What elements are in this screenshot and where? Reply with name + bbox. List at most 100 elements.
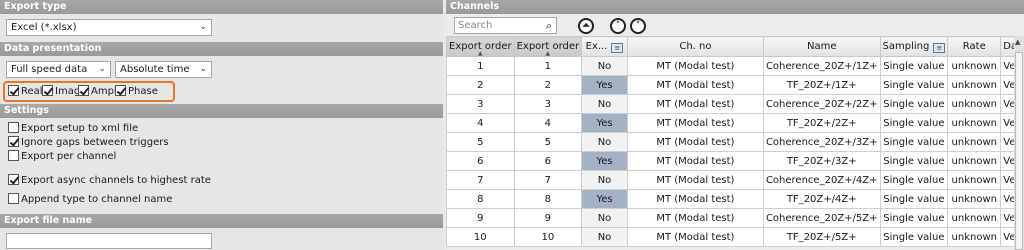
cell-export-order: 3 [446, 94, 515, 114]
checkbox-checked-icon [8, 136, 19, 147]
cell-export[interactable]: No [581, 132, 628, 152]
cell-ch-no: MT (Modal test) [626, 94, 764, 114]
export-type-select[interactable]: Excel (*.xlsx) ⌄ [6, 19, 212, 36]
move-up-icon[interactable]: ˄ [610, 18, 626, 34]
cell-name: TF_20Z+/5Z+ [762, 227, 881, 247]
col-label: Name [806, 41, 837, 52]
filter-icon[interactable]: ≡ [933, 42, 946, 53]
cell-name: Coherence_20Z+/3Z+ [762, 132, 881, 152]
cell-export-order-2: 6 [513, 151, 583, 171]
table-row[interactable]: 3 3 No MT (Modal test) Coherence_20Z+/2Z+ Sin… [446, 94, 1024, 114]
search-placeholder: Search [458, 20, 493, 31]
cell-export-order: 2 [446, 75, 515, 95]
checkbox-checked-icon [8, 174, 19, 185]
cell-export-order-2: 4 [513, 113, 583, 133]
col-ch-no[interactable]: Ch. no [626, 36, 764, 57]
cell-export[interactable]: No [581, 94, 628, 114]
cell-export-order: 7 [446, 170, 515, 190]
move-down-icon[interactable]: ˅ [630, 18, 646, 34]
cell-export-order-2: 7 [513, 170, 583, 190]
table-row[interactable]: 1 1 No MT (Modal test) Coherence_20Z+/1Z+ Sin… [446, 56, 1024, 76]
cell-name: TF_20Z+/4Z+ [762, 189, 881, 209]
cell-export-order: 5 [446, 132, 515, 152]
col-export[interactable]: Ex... ≡ [581, 36, 628, 57]
export-async-checkbox[interactable]: Export async channels to highest rate [8, 174, 211, 188]
cell-rate: unknown [947, 208, 1002, 228]
cell-sampling: Single value [879, 170, 949, 190]
option-label: Ignore gaps between triggers [21, 137, 169, 148]
export-setup-xml-checkbox[interactable]: Export setup to xml file [8, 122, 138, 136]
cell-sampling: Single value [879, 132, 949, 152]
cell-export[interactable]: Yes [581, 151, 628, 171]
table-row[interactable]: 6 6 Yes MT (Modal test) TF_20Z+/3Z+ Single va… [446, 151, 1024, 171]
cell-sampling: Single value [879, 208, 949, 228]
cell-export-order: 8 [446, 189, 515, 209]
table-row[interactable]: 9 9 No MT (Modal test) Coherence_20Z+/5Z+ Sin… [446, 208, 1024, 228]
real-checkbox[interactable]: Real [8, 85, 43, 99]
vertical-scrollbar[interactable]: ▲ [1014, 36, 1024, 250]
cell-export[interactable]: No [581, 227, 628, 247]
checkbox-checked-icon [42, 85, 53, 96]
cell-name: Coherence_20Z+/2Z+ [762, 94, 881, 114]
real-label: Real [21, 86, 43, 97]
col-name[interactable]: Name [762, 36, 881, 57]
time-select[interactable]: Absolute time ⌄ [115, 61, 212, 78]
cell-export[interactable]: Yes [581, 75, 628, 95]
ampl-checkbox[interactable]: Ampl [78, 85, 117, 99]
col-label: Sampling [882, 40, 930, 52]
col-label: Ch. no [679, 41, 712, 52]
checkbox-icon [8, 122, 19, 133]
cell-export[interactable]: Yes [581, 189, 628, 209]
cell-name: Coherence_20Z+/4Z+ [762, 170, 881, 190]
table-row[interactable]: 10 10 No MT (Modal test) TF_20Z+/5Z+ Single v… [446, 227, 1024, 247]
table-row[interactable]: 8 8 Yes MT (Modal test) TF_20Z+/4Z+ Single va… [446, 189, 1024, 209]
cell-export-order-2: 3 [513, 94, 583, 114]
file-name-input[interactable] [6, 233, 212, 249]
cell-ch-no: MT (Modal test) [626, 113, 764, 133]
cell-sampling: Single value [879, 227, 949, 247]
filter-icon[interactable]: ≡ [611, 42, 624, 53]
table-row[interactable]: 5 5 No MT (Modal test) Coherence_20Z+/3Z+ Sin… [446, 132, 1024, 152]
table-row[interactable]: 2 2 Yes MT (Modal test) TF_20Z+/1Z+ Single va… [446, 75, 1024, 95]
cell-rate: unknown [947, 56, 1002, 76]
imag-checkbox[interactable]: Imag [42, 85, 80, 99]
col-rate[interactable]: Rate [947, 36, 1002, 57]
cell-name: TF_20Z+/2Z+ [762, 113, 881, 133]
checkbox-checked-icon [115, 85, 126, 96]
speed-select[interactable]: Full speed data ⌄ [6, 61, 111, 78]
scrollbar-thumb[interactable] [1015, 52, 1023, 250]
search-icon: ⌕ [545, 19, 552, 32]
cell-sampling: Single value [879, 113, 949, 133]
cell-export-order-2: 10 [513, 227, 583, 247]
checkbox-checked-icon [78, 85, 89, 96]
append-type-checkbox[interactable]: Append type to channel name [8, 193, 172, 207]
col-export-order-2[interactable]: Export order ▲ [513, 36, 583, 57]
cell-rate: unknown [947, 151, 1002, 171]
col-sampling[interactable]: Sampling ≡ [879, 36, 949, 57]
cell-export[interactable]: No [581, 208, 628, 228]
cell-ch-no: MT (Modal test) [626, 170, 764, 190]
sort-asc-icon: ▲ [545, 50, 551, 57]
move-to-top-icon[interactable]: ⏶ [578, 18, 594, 34]
cell-export[interactable]: No [581, 56, 628, 76]
col-export-order[interactable]: Export order ▲ [446, 36, 515, 57]
imag-label: Imag [55, 86, 81, 97]
cell-export[interactable]: No [581, 170, 628, 190]
cell-export-order-2: 9 [513, 208, 583, 228]
export-per-channel-checkbox[interactable]: Export per channel [8, 150, 116, 164]
cell-ch-no: MT (Modal test) [626, 189, 764, 209]
export-file-name-header: Export file name [0, 214, 443, 228]
table-row[interactable]: 4 4 Yes MT (Modal test) TF_20Z+/2Z+ Single va… [446, 113, 1024, 133]
scroll-up-icon[interactable]: ▲ [1015, 38, 1020, 46]
table-row[interactable]: 7 7 No MT (Modal test) Coherence_20Z+/4Z+ Sin… [446, 170, 1024, 190]
phase-checkbox[interactable]: Phase [115, 85, 158, 99]
ignore-gaps-checkbox[interactable]: Ignore gaps between triggers [8, 136, 169, 150]
cell-export[interactable]: Yes [581, 113, 628, 133]
cell-export-order-2: 8 [513, 189, 583, 209]
cell-name: TF_20Z+/1Z+ [762, 75, 881, 95]
chevron-down-icon: ⌄ [98, 64, 106, 74]
cell-ch-no: MT (Modal test) [626, 208, 764, 228]
cell-rate: unknown [947, 113, 1002, 133]
search-input[interactable]: Search ⌕ [454, 17, 557, 34]
cell-rate: unknown [947, 170, 1002, 190]
